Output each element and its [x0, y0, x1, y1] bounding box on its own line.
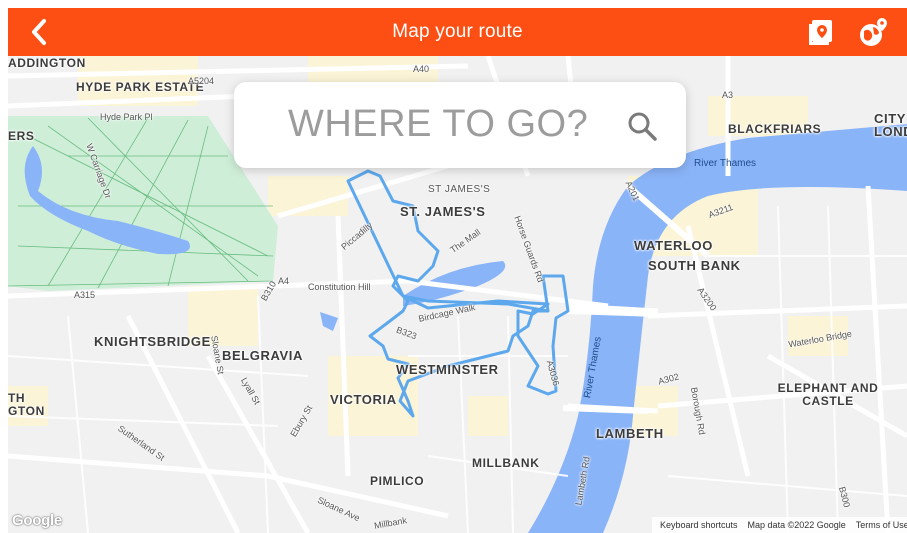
keyboard-shortcuts-link[interactable]: Keyboard shortcuts	[660, 520, 738, 530]
area-label: ST JAMES'S	[428, 184, 491, 195]
destination-search-box[interactable]	[234, 82, 686, 168]
area-label: MILLBANK	[472, 456, 540, 470]
back-button[interactable]	[22, 14, 58, 50]
map-pin-book-icon	[809, 20, 832, 45]
destination-search-input[interactable]	[286, 102, 600, 147]
map-attribution: Keyboard shortcuts Map data ©2022 Google…	[652, 517, 907, 533]
area-label: ADDINGTON	[8, 56, 86, 70]
area-label: ELEPHANT AND CASTLE	[777, 381, 879, 408]
area-label: KNIGHTSBRIDGE	[94, 334, 211, 349]
map-data-text: Map data ©2022 Google	[747, 520, 846, 530]
area-label: LAMBETH	[596, 426, 664, 441]
road-label: A3	[722, 90, 734, 100]
area-label: PIMLICO	[370, 474, 425, 488]
explore-globe-button[interactable]	[858, 16, 890, 48]
saved-routes-button[interactable]	[806, 16, 838, 48]
road-label: A4	[278, 276, 290, 286]
area-label: BLACKFRIARS	[728, 122, 822, 136]
water-label: River Thames	[694, 158, 757, 169]
road-label: Hyde Park Pl	[100, 112, 153, 122]
area-label: ST. JAMES'S	[400, 204, 486, 219]
area-label: ERS	[8, 129, 35, 143]
app-frame: ADDINGTON HYDE PARK ESTATE ERS KNIGHTSBR…	[0, 0, 907, 533]
area-label: SOUTH BANK	[648, 258, 741, 273]
area-label: VICTORIA	[330, 392, 397, 407]
area-label: CITY LONDON	[874, 111, 907, 139]
page-title: Map your route	[392, 21, 523, 42]
road-label: A5204	[188, 76, 215, 86]
chevron-left-icon	[32, 19, 46, 45]
area-label: WESTMINSTER	[396, 362, 499, 377]
globe-pin-icon	[860, 18, 887, 46]
google-logo: Google	[12, 512, 62, 529]
area-label: HYDE PARK ESTATE	[76, 80, 205, 94]
area-label: WATERLOO	[634, 238, 713, 253]
top-app-bar: Map your route	[8, 8, 907, 56]
search-icon	[628, 112, 657, 141]
terms-of-use-link[interactable]: Terms of Use	[856, 520, 907, 530]
area-label: TH GTON	[8, 391, 45, 418]
road-label: A315	[74, 290, 96, 300]
area-label: BELGRAVIA	[222, 348, 303, 363]
road-label: A40	[413, 64, 430, 74]
road-label: Constitution Hill	[308, 282, 371, 292]
search-button[interactable]	[624, 108, 660, 144]
